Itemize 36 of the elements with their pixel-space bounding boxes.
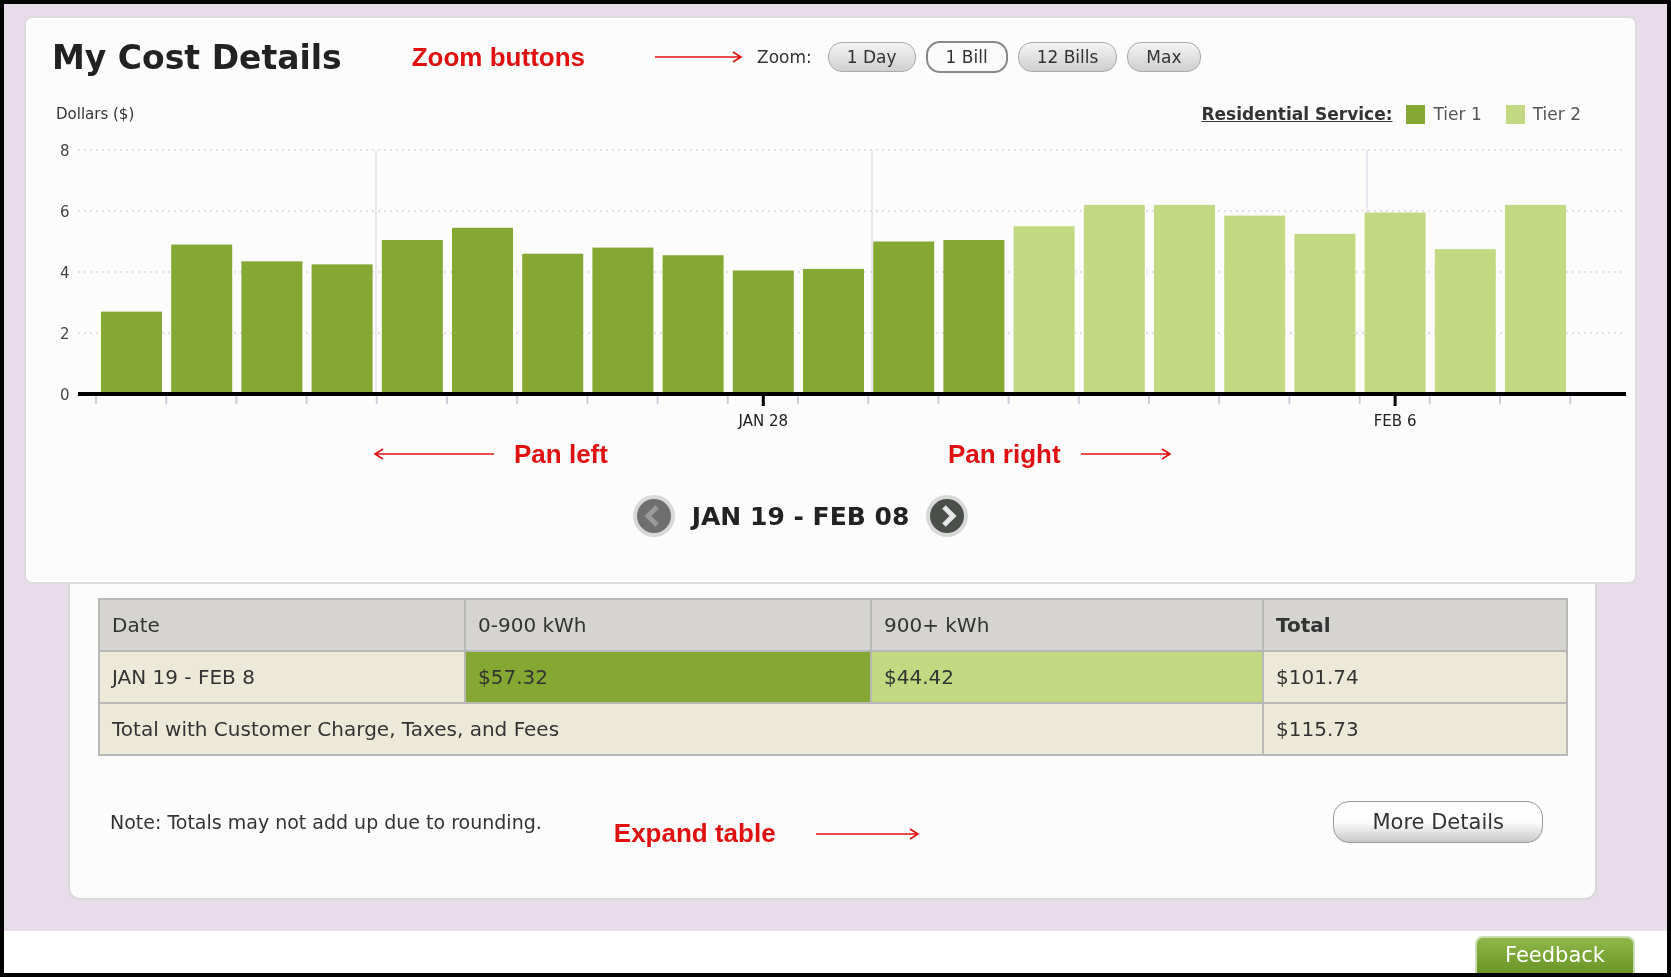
note-text: Note: Totals may not add up due to rounding. — [110, 810, 542, 833]
table-cell: $115.73 — [1263, 703, 1567, 755]
x-tick-label: JAN 28 — [738, 412, 789, 430]
zoom-label: Zoom: — [757, 47, 812, 67]
annotation-label: Pan left — [514, 438, 608, 470]
x-tick-label: FEB 6 — [1373, 412, 1417, 430]
y-tick-label: 0 — [60, 386, 70, 404]
annotation-label: Zoom buttons — [411, 41, 585, 73]
y-tick-label: 4 — [60, 264, 70, 282]
annotation-label: Pan right — [947, 438, 1061, 470]
more-details-button[interactable]: More Details — [1333, 800, 1543, 843]
zoom-button[interactable]: 1 Day — [827, 42, 916, 72]
next-button[interactable] — [925, 494, 970, 538]
axis-label: Dollars ($) — [56, 105, 136, 123]
y-tick-label: 6 — [60, 203, 70, 221]
column-header: Total — [1263, 599, 1567, 651]
zoom-button[interactable]: Max — [1127, 42, 1201, 72]
table-cell: Total with Customer Charge, Taxes, and Fees — [99, 703, 1263, 755]
previous-button[interactable] — [631, 494, 676, 538]
date-range: JAN 19 - FEB 08 — [691, 501, 910, 531]
annotation-label: Expand table — [613, 818, 776, 849]
legend-label: Tier 2 — [1532, 104, 1581, 124]
table-cell: $57.32 — [465, 651, 871, 703]
card-title: My Cost Details — [52, 37, 342, 77]
zoom-button[interactable]: 12 Bills — [1017, 42, 1118, 72]
table-cell: JAN 19 - FEB 8 — [99, 651, 465, 703]
zoom-button[interactable]: 1 Bill — [925, 41, 1008, 73]
table-cell: $101.74 — [1263, 651, 1567, 703]
column-header: 900+ kWh — [871, 599, 1263, 651]
legend-label: Tier 1 — [1433, 104, 1482, 124]
column-header: 0-900 kWh — [465, 599, 871, 651]
column-header: Date — [99, 599, 465, 651]
legend-title: Residential Service: — [1201, 104, 1393, 124]
y-tick-label: 8 — [60, 142, 70, 160]
y-tick-label: 2 — [60, 325, 70, 343]
table-cell: $44.42 — [871, 651, 1263, 703]
